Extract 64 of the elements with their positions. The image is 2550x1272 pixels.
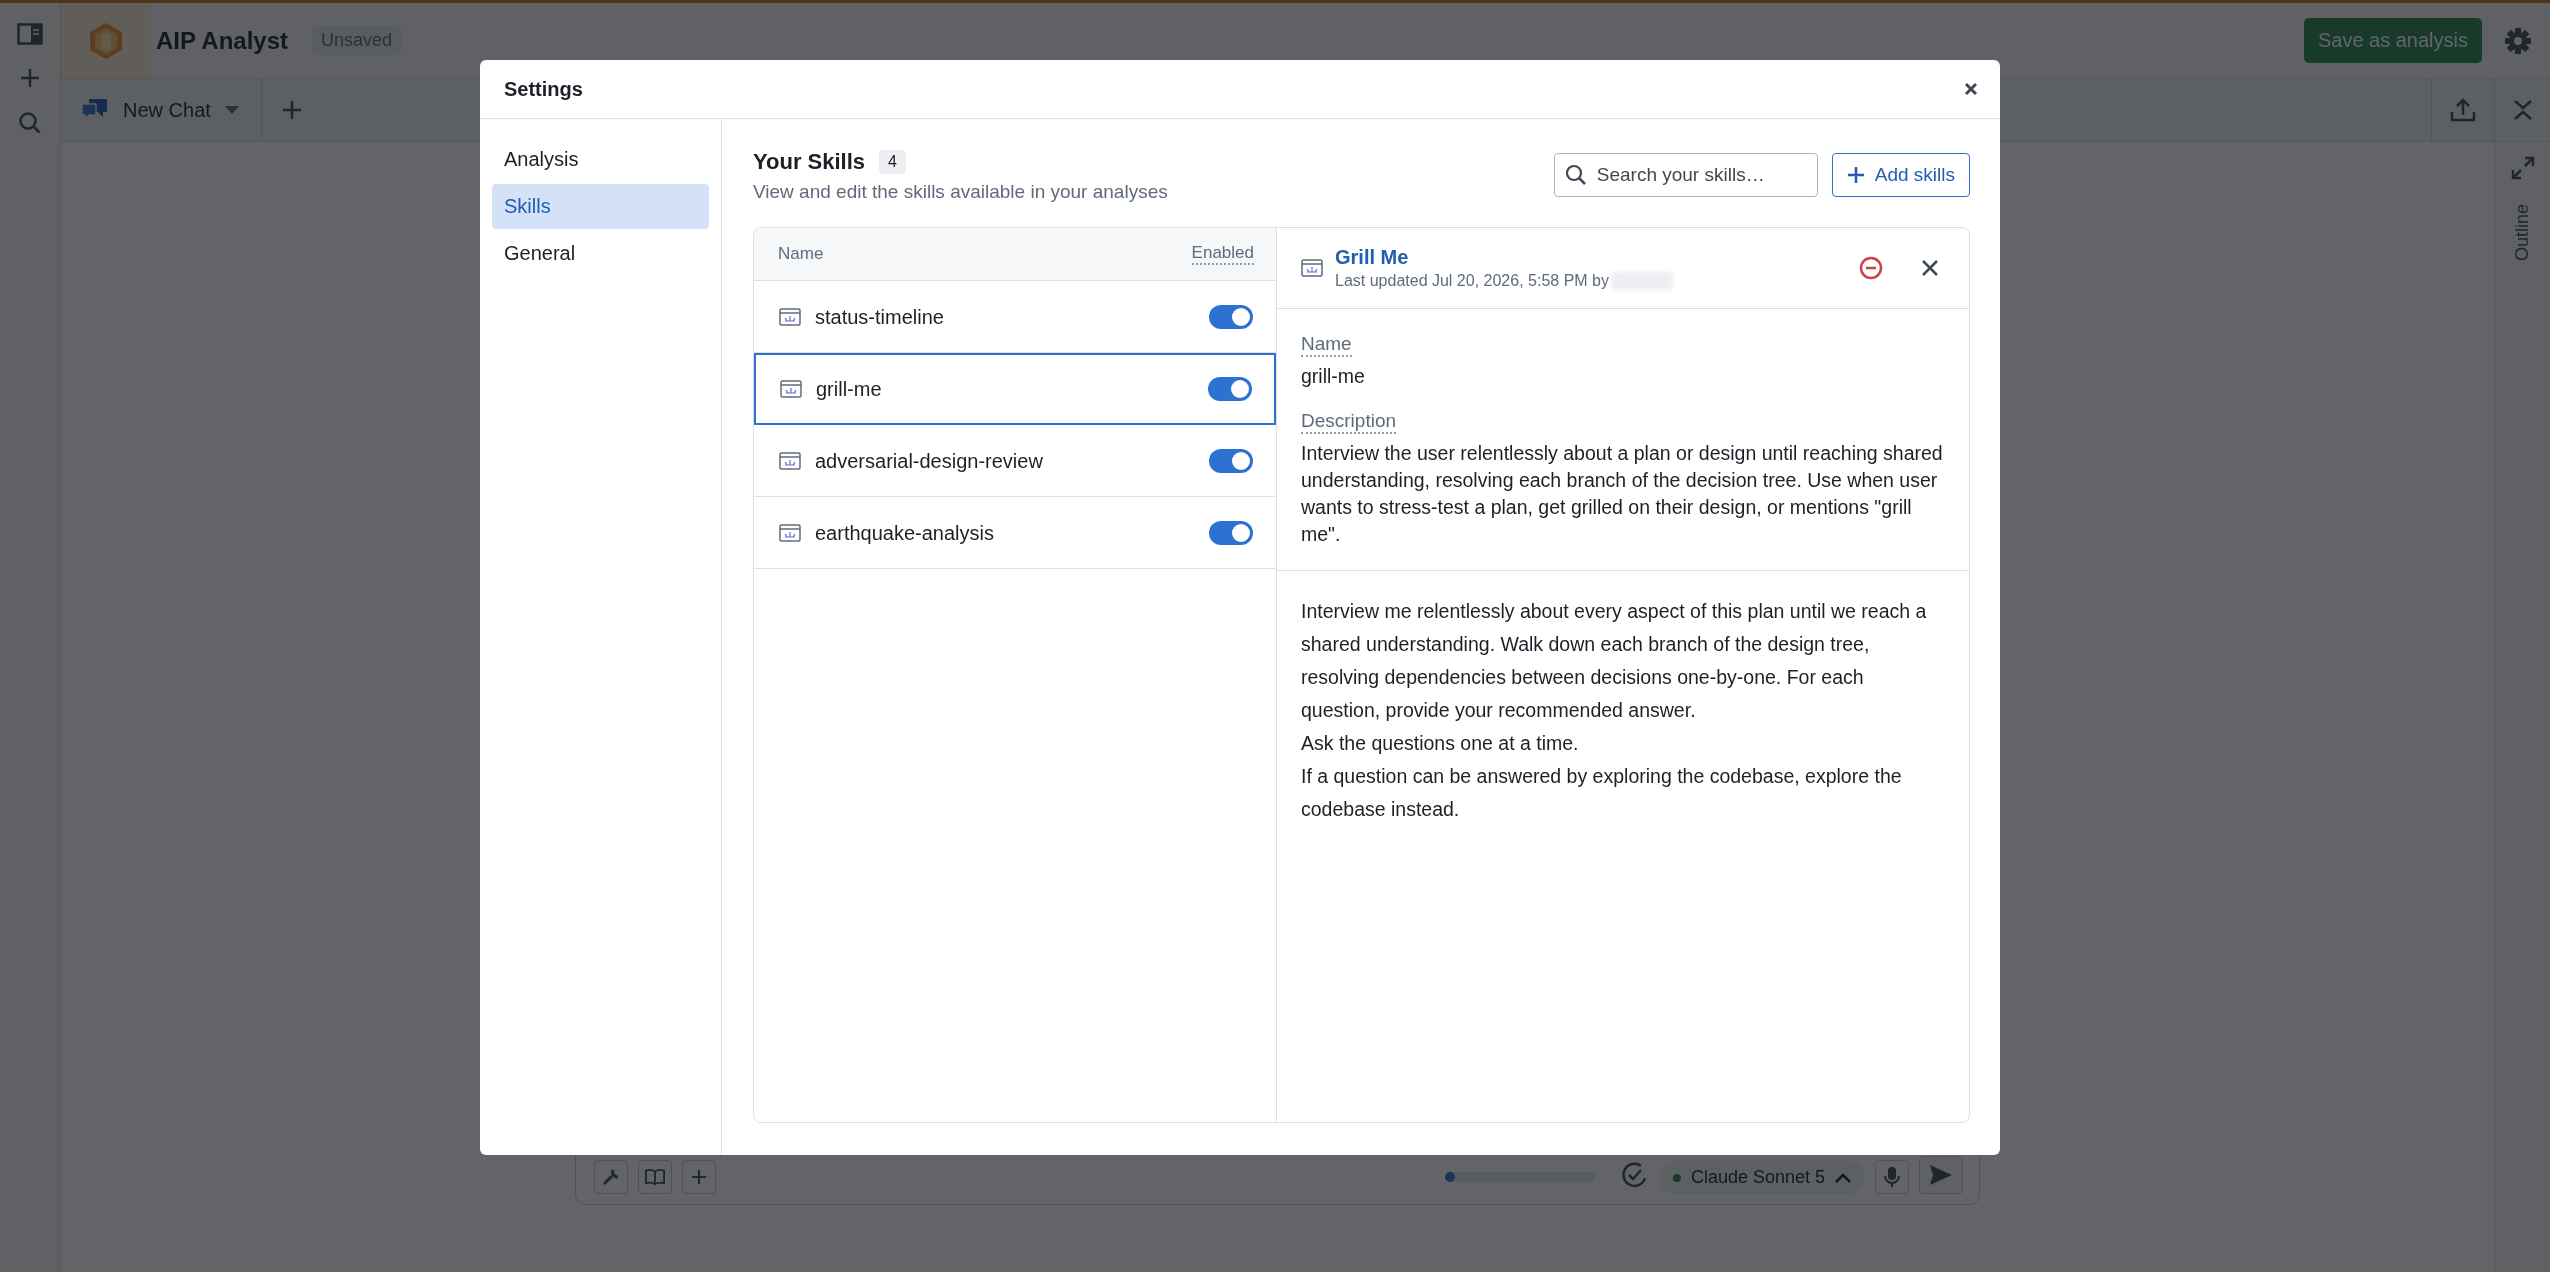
send-arrow-icon bbox=[1929, 1164, 1953, 1186]
search-field[interactable]: Search your skills… bbox=[1553, 153, 1818, 197]
caret-down-icon bbox=[224, 106, 239, 114]
skill-row[interactable]: adversarial-design-review bbox=[754, 425, 1276, 497]
add-button[interactable] bbox=[682, 1160, 716, 1194]
skill-row[interactable]: status-timeline bbox=[754, 281, 1276, 353]
settings-icon[interactable] bbox=[2504, 26, 2532, 55]
nav-item[interactable]: General bbox=[492, 231, 709, 276]
add-skills-button[interactable]: Add skills bbox=[1831, 153, 1970, 197]
microphone-icon bbox=[1884, 1166, 1900, 1188]
caret-up-icon bbox=[1835, 1172, 1851, 1183]
plus-icon[interactable] bbox=[281, 100, 302, 120]
status-dot bbox=[1672, 1173, 1681, 1182]
remove-icon bbox=[1859, 256, 1883, 280]
instruction-paragraph: Interview me relentlessly about every aspect of this plan until we reach a shared understanding. Walk down each branch of the design tree, resolving dependencies between decisions one-by-one. For each question, provide your recommended answer. bbox=[1301, 599, 1928, 723]
nav-item[interactable]: Skills bbox=[492, 184, 709, 229]
column-header: Name bbox=[778, 244, 824, 264]
search-icon[interactable] bbox=[18, 111, 42, 135]
count-badge: 4 bbox=[879, 150, 906, 174]
sidebar-toggle-icon[interactable] bbox=[17, 23, 43, 45]
wrench-icon bbox=[601, 1167, 621, 1187]
nav-item[interactable]: Analysis bbox=[492, 137, 709, 182]
section-title: Your Skills bbox=[753, 149, 866, 175]
skill-name: earthquake-analysis bbox=[815, 521, 995, 545]
skill-title: Grill Me bbox=[1335, 246, 1410, 269]
skill-name: adversarial-design-review bbox=[815, 449, 1044, 473]
library-button[interactable] bbox=[638, 1160, 672, 1194]
field-label: Name bbox=[1301, 333, 1352, 357]
app-title: AIP Analyst bbox=[156, 26, 289, 55]
close-icon bbox=[1921, 259, 1939, 277]
skill-row[interactable]: earthquake-analysis bbox=[754, 497, 1276, 569]
field-value: Interview the user relentlessly about a plan or design until reaching shared understanding, resolving each branch of the decision tree. Use when user wants to stress-test a plan, get grilled on their design, or mentions "grill me". bbox=[1301, 441, 1944, 547]
section-subtitle: View and edit the skills available in your analyses bbox=[753, 181, 1168, 203]
upload-icon[interactable] bbox=[2450, 98, 2476, 122]
enabled-switch[interactable] bbox=[1209, 521, 1253, 545]
instruction-paragraph: Ask the questions one at a time. bbox=[1301, 731, 1580, 756]
plus-icon[interactable] bbox=[19, 67, 41, 89]
enabled-switch[interactable] bbox=[1209, 305, 1253, 329]
skill-row[interactable]: grill-me bbox=[754, 353, 1276, 425]
field-value: grill-me bbox=[1301, 364, 1366, 389]
skill-icon bbox=[779, 452, 801, 470]
instruction-paragraph: If a question can be answered by exploring the codebase, explore the codebase instead. bbox=[1301, 764, 1903, 822]
dialog-title: Settings bbox=[504, 77, 583, 101]
skill-name: grill-me bbox=[816, 377, 883, 401]
book-icon bbox=[645, 1168, 665, 1186]
enabled-switch[interactable] bbox=[1209, 449, 1253, 473]
skill-name: status-timeline bbox=[815, 305, 945, 329]
column-header: Enabled bbox=[1191, 243, 1254, 265]
skill-icon bbox=[779, 308, 801, 326]
close-icon bbox=[1964, 82, 1978, 96]
send-button[interactable] bbox=[1919, 1156, 1963, 1194]
skill-icon bbox=[780, 380, 802, 398]
field-label: Description bbox=[1301, 410, 1397, 434]
microphone-button[interactable] bbox=[1875, 1160, 1909, 1194]
plus-icon bbox=[1846, 166, 1865, 184]
skill-icon bbox=[1301, 259, 1323, 277]
last-updated-text: Last updated Jul 20, 2026, 5:58 PM by bbox=[1335, 272, 1609, 290]
enabled-switch[interactable] bbox=[1208, 377, 1252, 401]
skill-icon bbox=[779, 524, 801, 542]
plus-icon bbox=[691, 1169, 707, 1185]
hexagon-logo-icon bbox=[89, 21, 123, 60]
expand-icon[interactable] bbox=[2510, 156, 2535, 180]
collapse-chevrons-icon[interactable] bbox=[2512, 99, 2533, 121]
tools-button[interactable] bbox=[594, 1160, 628, 1194]
